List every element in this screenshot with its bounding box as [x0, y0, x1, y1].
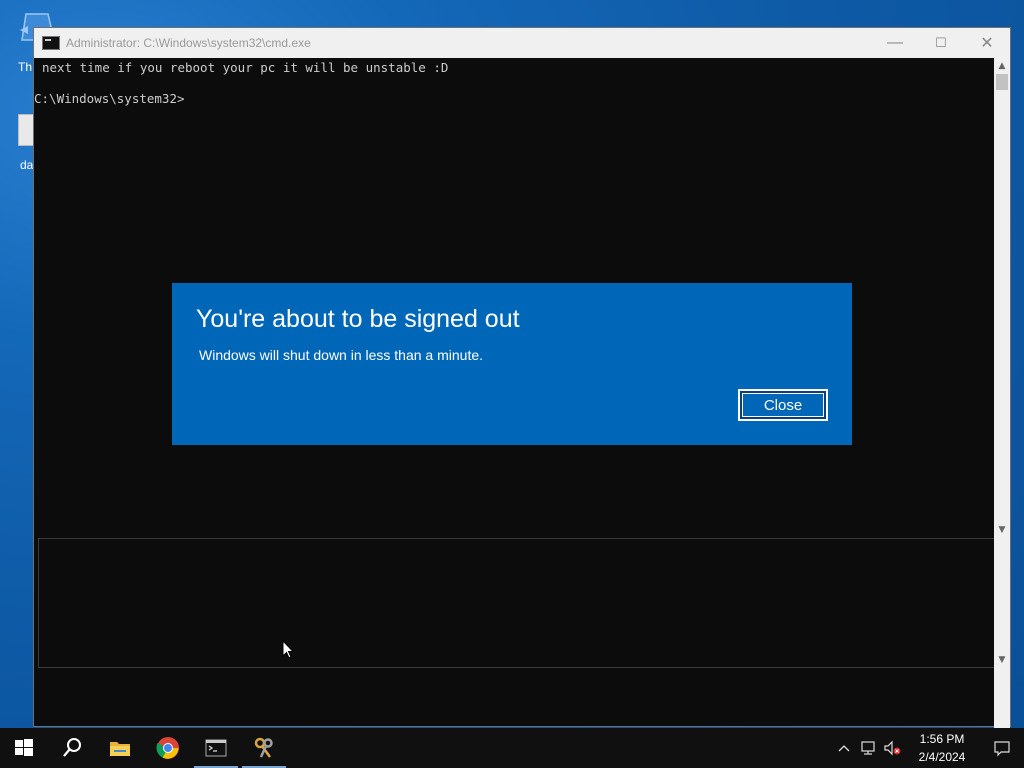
system-tray: 1:56 PM 2/4/2024	[832, 728, 1024, 768]
start-button[interactable]	[0, 728, 48, 768]
scroll-up-icon[interactable]: ▲	[994, 58, 1010, 74]
chrome-icon	[156, 737, 179, 759]
desktop-icon-label: da	[20, 158, 34, 172]
mouse-cursor-icon	[282, 640, 294, 659]
maximize-button[interactable]: ☐	[918, 28, 964, 58]
keys-icon	[254, 737, 273, 758]
scrollbar-track	[994, 668, 1010, 728]
console-prompt: C:\Windows\system32>	[34, 91, 185, 106]
volume-muted-icon[interactable]	[880, 728, 904, 768]
folder-icon	[110, 742, 130, 756]
signout-dialog: You're about to be signed out Windows wi…	[172, 283, 852, 445]
chrome-button[interactable]	[144, 728, 192, 768]
minimize-button[interactable]: —	[872, 28, 918, 58]
cmd-icon	[205, 739, 227, 757]
window-title: Administrator: C:\Windows\system32\cmd.e…	[66, 36, 311, 50]
dialog-title: You're about to be signed out	[196, 305, 520, 333]
windows-logo-icon	[15, 739, 33, 756]
console-line: next time if you reboot your pc it will …	[42, 60, 449, 75]
file-explorer-button[interactable]	[96, 728, 144, 768]
dialog-close-button[interactable]: Close	[738, 389, 828, 421]
notification-center-button[interactable]	[980, 728, 1024, 768]
dialog-message: Windows will shut down in less than a mi…	[199, 347, 484, 363]
notification-icon	[994, 741, 1010, 757]
clock[interactable]: 1:56 PM 2/4/2024	[904, 730, 980, 766]
lower-scrollbar[interactable]: ▼	[994, 538, 1010, 668]
desktop-icon-label: Th	[18, 60, 33, 74]
console-lower-pane[interactable]	[38, 538, 998, 668]
cmd-icon	[42, 36, 60, 50]
title-bar[interactable]: Administrator: C:\Windows\system32\cmd.e…	[34, 28, 1010, 58]
scroll-down-icon[interactable]: ▼	[994, 652, 1010, 668]
search-button[interactable]	[48, 728, 96, 768]
clock-time: 1:56 PM	[919, 732, 965, 746]
keys-app-button[interactable]	[240, 728, 288, 768]
close-window-button[interactable]: ✕	[964, 28, 1010, 58]
console-scrollbar[interactable]: ▲ ▼	[994, 58, 1010, 538]
cmd-taskbar-button[interactable]	[192, 728, 240, 768]
taskbar: 1:56 PM 2/4/2024	[0, 728, 1024, 768]
chevron-up-icon[interactable]	[832, 728, 856, 768]
scroll-thumb[interactable]	[996, 74, 1008, 90]
scroll-down-icon[interactable]: ▼	[994, 522, 1010, 538]
search-icon	[63, 738, 81, 757]
clock-date: 2/4/2024	[918, 750, 966, 764]
network-icon[interactable]	[856, 728, 880, 768]
